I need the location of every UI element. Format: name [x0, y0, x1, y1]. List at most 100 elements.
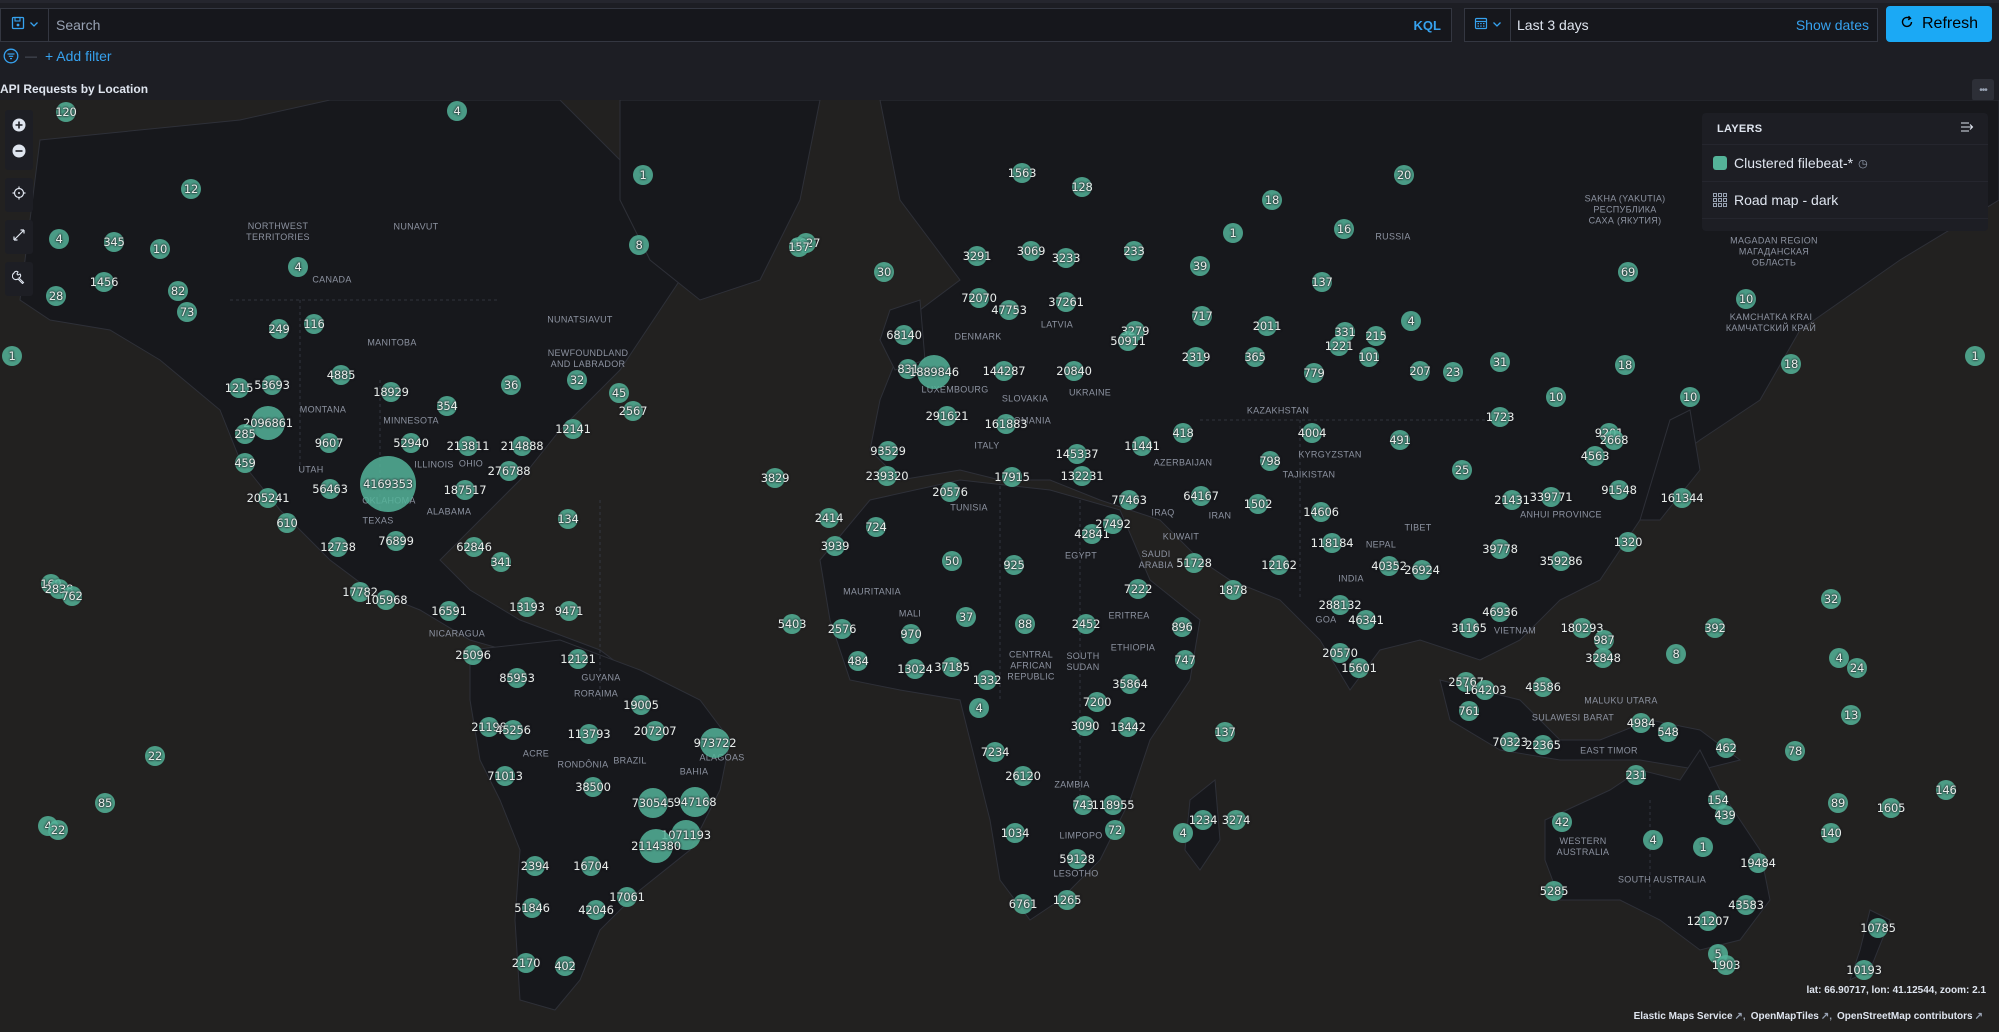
search-input[interactable]: [49, 9, 1404, 41]
add-filter-button[interactable]: + Add filter: [45, 48, 112, 64]
cluster-count-label: 157: [788, 240, 810, 254]
cluster-count-label: 762: [61, 589, 83, 603]
calendar-icon: [1474, 16, 1488, 35]
filter-menu-icon[interactable]: [3, 48, 19, 64]
cluster-count-label: 10193: [1846, 963, 1882, 977]
fit-to-data-button[interactable]: [5, 224, 33, 250]
cluster-count-label: 215: [1365, 329, 1387, 343]
cluster-count-label: 85953: [499, 671, 535, 685]
zoom-out-button[interactable]: [5, 140, 33, 166]
cluster-count-label: 973722: [693, 736, 737, 750]
quick-select-button[interactable]: [1465, 9, 1511, 41]
map-place-label: RUSSIA: [1375, 231, 1411, 242]
cluster-count-label: 213811: [446, 439, 490, 453]
cluster-count-label: 1456: [89, 275, 119, 289]
filter-divider: —: [25, 49, 37, 63]
attribution-link[interactable]: Elastic Maps Service: [1634, 1011, 1733, 1022]
cluster-count-label: 214888: [500, 439, 544, 453]
map-place-label: EGYPT: [1064, 550, 1098, 561]
cluster-count-label: 43586: [1525, 680, 1561, 694]
cluster-count-label: 11441: [1124, 439, 1160, 453]
layer-item[interactable]: Road map - dark: [1702, 182, 1988, 219]
map-place-label: UTAH: [298, 464, 324, 475]
cluster-count-label: 233: [1123, 244, 1145, 258]
layers-title: LAYERS: [1717, 122, 1763, 135]
cluster-count-label: 3090: [1070, 719, 1100, 733]
zoom-in-button[interactable]: [5, 114, 33, 140]
set-view-button[interactable]: [5, 182, 33, 208]
cluster-count-label: 798: [1259, 454, 1281, 468]
cluster-count-label: 26120: [1005, 769, 1041, 783]
tools-button[interactable]: [5, 266, 33, 292]
map-place-label: ITALY: [974, 440, 1000, 451]
cluster-count-label: 88: [1017, 617, 1033, 631]
cluster-count-label: 4: [294, 260, 302, 274]
map-place-label: UKRAINE: [1068, 387, 1112, 398]
cluster-count-label: 69: [1620, 265, 1636, 279]
map-place-label: BAHIA: [679, 766, 709, 777]
cluster-count-label: 13: [1843, 708, 1859, 722]
cluster-count-label: 548: [1657, 725, 1679, 739]
external-link-icon: ↗: [1974, 1011, 1983, 1022]
cluster-count-label: 3274: [1221, 813, 1251, 827]
cluster-count-label: 19005: [623, 698, 659, 712]
cluster-count-label: 21431: [1494, 493, 1530, 507]
cluster-count-label: 132231: [1060, 469, 1104, 483]
attribution-link[interactable]: OpenStreetMap contributors: [1837, 1011, 1973, 1022]
cluster-count-label: 121207: [1686, 914, 1730, 928]
attribution-link[interactable]: OpenMapTiles: [1751, 1011, 1819, 1022]
cluster-count-label: 59128: [1059, 852, 1095, 866]
cluster-count-label: 140: [1820, 826, 1842, 840]
refresh-button[interactable]: Refresh: [1886, 6, 1992, 42]
cluster-count-label: 128: [1071, 180, 1093, 194]
panel-options-button[interactable]: •••: [1972, 79, 1994, 101]
cluster-count-label: 610: [276, 516, 298, 530]
cluster-count-label: 1723: [1485, 410, 1515, 424]
cluster-count-label: 137: [1214, 725, 1236, 739]
map-canvas[interactable]: NORTHWEST TERRITORIES NUNAVUT CANADA MANITO…: [0, 100, 1999, 1032]
map-place-label: CENTRAL AFRICAN REPUBLIC: [1007, 649, 1055, 682]
cluster-count-label: 32: [569, 373, 585, 387]
cluster-count-label: 30: [876, 265, 892, 279]
cluster-count-label: 161344: [1660, 491, 1704, 505]
cluster-count-label: 14606: [1303, 505, 1339, 519]
external-link-icon: ↗,: [1734, 1011, 1746, 1022]
cluster-count-label: 70323: [1492, 735, 1528, 749]
cluster-count-label: 187517: [443, 483, 487, 497]
cluster-count-label: 25: [1454, 463, 1470, 477]
cluster-count-label: 24: [1849, 661, 1865, 675]
cluster-count-label: 205241: [246, 491, 290, 505]
cluster-count-label: 12162: [1261, 558, 1297, 572]
cluster-count-label: 161883: [984, 417, 1028, 431]
cluster-count-label: 89: [1830, 796, 1846, 810]
query-bar: KQL: [0, 8, 1452, 42]
cluster-count-label: 947168: [673, 795, 717, 809]
layer-item[interactable]: Clustered filebeat-* ◷: [1702, 145, 1988, 182]
cluster-count-label: 6761: [1008, 897, 1038, 911]
cluster-count-label: 13024: [897, 662, 933, 676]
cluster-count-label: 896: [1171, 620, 1193, 634]
cluster-count-label: 16: [1336, 222, 1352, 236]
cluster-count-label: 3829: [760, 471, 790, 485]
query-language-toggle[interactable]: KQL: [1404, 18, 1451, 33]
cluster-count-label: 134: [557, 512, 579, 526]
cluster-count-label: 101: [1358, 350, 1380, 364]
cluster-count-label: 1: [8, 349, 16, 363]
cluster-count-label: 2414: [814, 511, 844, 525]
cluster-count-label: 1889846: [909, 365, 959, 379]
map-place-label: ACRE: [522, 748, 550, 759]
cluster-count-label: 459: [234, 456, 256, 470]
map-place-label: IRAN: [1208, 510, 1232, 521]
cluster-count-label: 22365: [1525, 738, 1561, 752]
cluster-count-label: 2452: [1071, 617, 1101, 631]
cluster-count-label: 42046: [578, 903, 614, 917]
collapse-panel-icon[interactable]: [1960, 120, 1974, 138]
map-place-label: KUWAIT: [1162, 531, 1200, 542]
saved-query-button[interactable]: [1, 9, 49, 41]
cluster-count-label: 19484: [1740, 856, 1776, 870]
cluster-count-label: 76899: [378, 534, 414, 548]
show-dates-link[interactable]: Show dates: [1796, 17, 1877, 33]
cluster-count-label: 23: [1445, 365, 1461, 379]
layer-color-swatch-icon: [1713, 156, 1727, 170]
date-range-value[interactable]: Last 3 days: [1511, 17, 1796, 33]
